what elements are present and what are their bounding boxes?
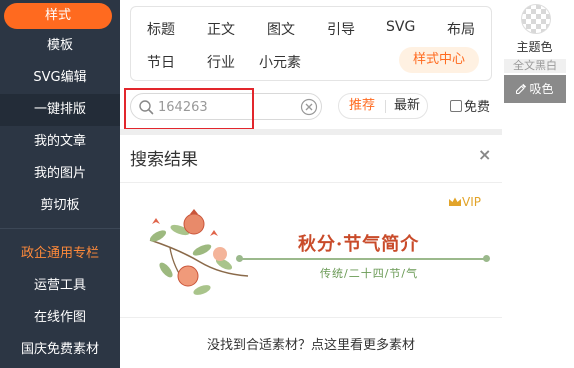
tab-image-text[interactable]: 图文 [267,19,295,39]
main-panel: 标题 正文 图文 引导 SVG 布局 节日 行业 小元素 样式中心 推荐 最新 … [120,0,502,368]
sort-toggle: 推荐 最新 [338,93,428,119]
tab-small-elements[interactable]: 小元素 [259,52,301,72]
tab-industry[interactable]: 行业 [207,52,235,72]
more-materials-link[interactable]: 没找到合适素材？点这里看更多素材 [120,334,502,353]
sidebar-item-template[interactable]: 模板 [0,30,120,62]
sidebar-item-svg-edit[interactable]: SVG编辑 [0,62,120,94]
tab-title[interactable]: 标题 [147,19,175,39]
result-card[interactable]: VIP 秋分·节气简介 传统/二十四/节/气 [130,190,492,308]
bottom-divider [120,317,502,318]
sidebar-item-auto-layout[interactable]: 一键排版 [0,94,120,126]
vip-badge: VIP [448,195,481,209]
tab-layout[interactable]: 布局 [447,19,475,39]
sidebar-item-style[interactable]: 样式 [4,3,112,29]
style-center-button[interactable]: 样式中心 [399,47,479,73]
free-label[interactable]: 免费 [464,96,490,115]
crown-icon [449,197,461,206]
pick-color-button[interactable]: 吸色 [504,75,566,103]
sidebar-item-gov-column[interactable]: 政企通用专栏 [0,238,120,270]
tab-svg[interactable]: SVG [386,19,415,35]
sidebar-item-my-articles[interactable]: 我的文章 [0,126,120,158]
theme-color-label: 主题色 [516,40,553,54]
tab-festival[interactable]: 节日 [147,52,175,72]
category-tabs: 标题 正文 图文 引导 SVG 布局 节日 行业 小元素 样式中心 [130,6,492,81]
sidebar-item-clipboard[interactable]: 剪切板 [0,190,120,222]
card-subtitle: 传统/二十四/节/气 [320,267,419,280]
tab-guide[interactable]: 引导 [327,19,355,39]
sidebar-item-ops-tools[interactable]: 运营工具 [0,270,120,302]
section-separator [120,129,502,135]
search-icon[interactable] [138,99,154,115]
sidebar-item-online-draw[interactable]: 在线作图 [0,302,120,334]
search-box [130,93,322,120]
left-sidebar: 样式 模板 SVG编辑 一键排版 我的文章 我的图片 剪切板 政企通用专栏 运营… [0,0,120,368]
pick-color-label: 吸色 [529,82,554,96]
sort-latest-button[interactable]: 最新 [386,94,428,118]
card-line-dot-right [483,255,490,262]
eyedropper-icon [516,83,527,94]
theme-color-swatch[interactable] [521,4,551,34]
search-input[interactable] [158,97,298,117]
pomegranate-branch-image [149,209,249,295]
card-title: 秋分·节气简介 [298,234,420,255]
sort-recommend-button[interactable]: 推荐 [339,94,385,118]
sidebar-divider [0,228,120,229]
all-black-white-button[interactable]: 全文黑白 [504,59,566,73]
results-title: 搜索结果 [130,150,198,170]
sidebar-item-my-images[interactable]: 我的图片 [0,158,120,190]
free-checkbox[interactable] [450,100,462,112]
tab-body[interactable]: 正文 [207,19,235,39]
right-panel: 主题色 全文黑白 吸色 [502,0,574,368]
results-divider [120,182,502,183]
close-icon[interactable]: × [478,145,491,164]
clear-icon[interactable] [300,98,318,116]
sidebar-item-national-day-free[interactable]: 国庆免费素材 [0,334,120,366]
vip-label: VIP [462,195,481,209]
card-decor-line [240,258,486,260]
